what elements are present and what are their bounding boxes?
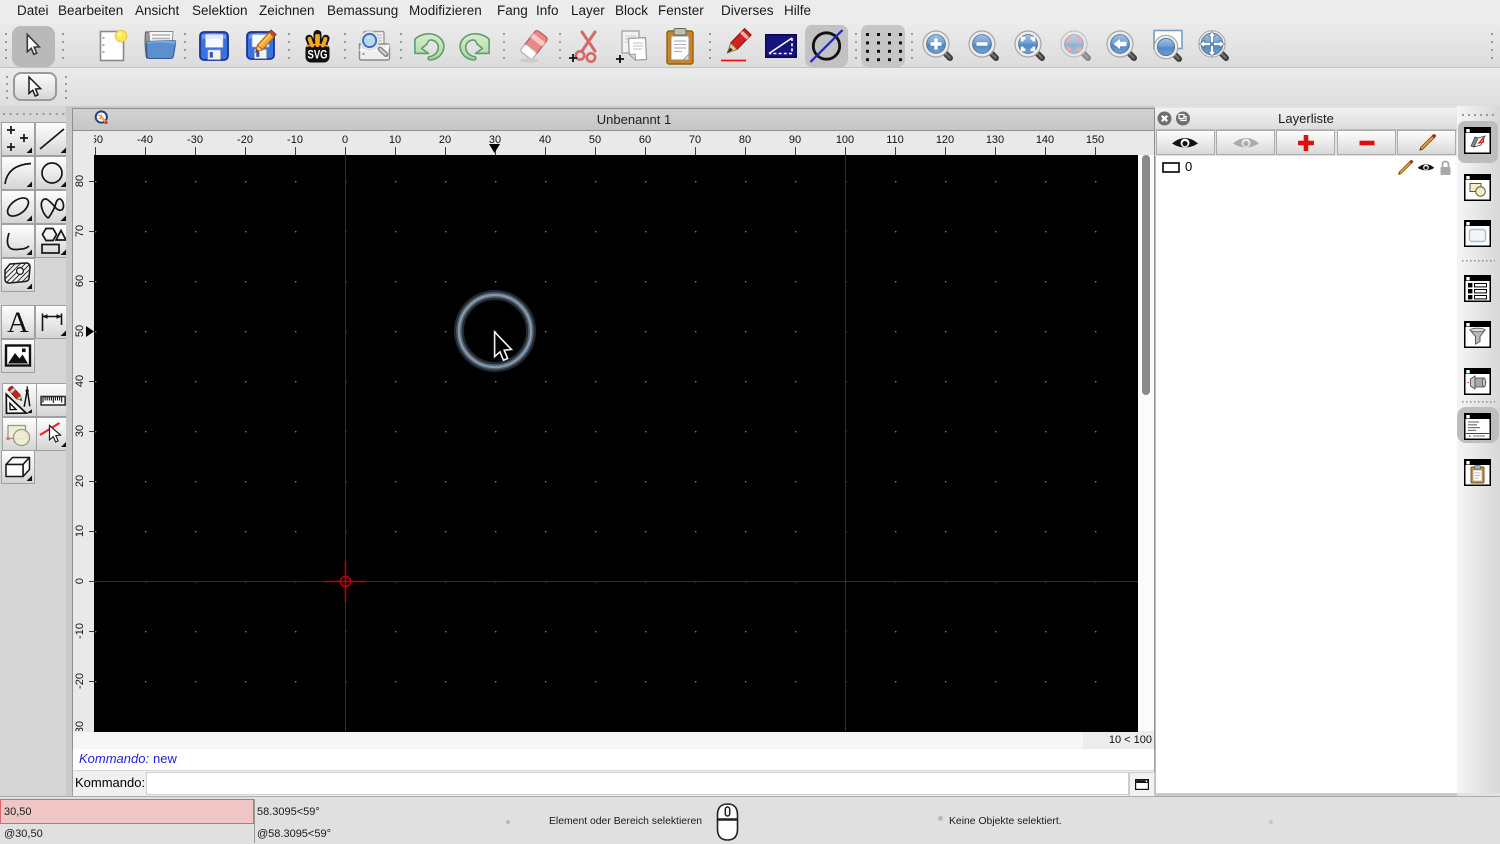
svg-text:-20: -20 [237,134,253,146]
svg-text:50: 50 [74,325,86,337]
svg-text:80: 80 [739,134,751,146]
svg-text:130: 130 [986,134,1004,146]
svg-text:60: 60 [74,275,86,287]
svg-text:120: 120 [936,134,954,146]
svg-text:50: 50 [589,134,601,146]
svg-text:10: 10 [74,525,86,537]
svg-text:-40: -40 [137,134,153,146]
svg-text:110: 110 [886,134,904,146]
svg-text:-30: -30 [187,134,203,146]
svg-text:0: 0 [342,134,348,146]
svg-text:SVG: SVG [308,48,328,62]
svg-text:90: 90 [789,134,801,146]
svg-text:-10: -10 [74,623,86,639]
svg-text:20: 20 [74,475,86,487]
svg-text:70: 70 [689,134,701,146]
svg-text:40: 40 [539,134,551,146]
svg-text:20: 20 [439,134,451,146]
svg-text:40: 40 [74,375,86,387]
svg-text:-10: -10 [287,134,303,146]
svg-text:70: 70 [74,225,86,237]
svg-text:140: 140 [1036,134,1054,146]
svg-text:0: 0 [74,578,86,584]
svg-text:-20: -20 [74,673,86,689]
svg-text:-50: -50 [94,134,103,146]
svg-text:A: A [7,306,29,339]
svg-text:30: 30 [74,425,86,437]
svg-text:-30: -30 [74,721,86,731]
svg-text:150: 150 [1086,134,1104,146]
svg-text:60: 60 [639,134,651,146]
svg-text:100: 100 [836,134,854,146]
svg-text:10: 10 [389,134,401,146]
svg-text:80: 80 [74,175,86,187]
